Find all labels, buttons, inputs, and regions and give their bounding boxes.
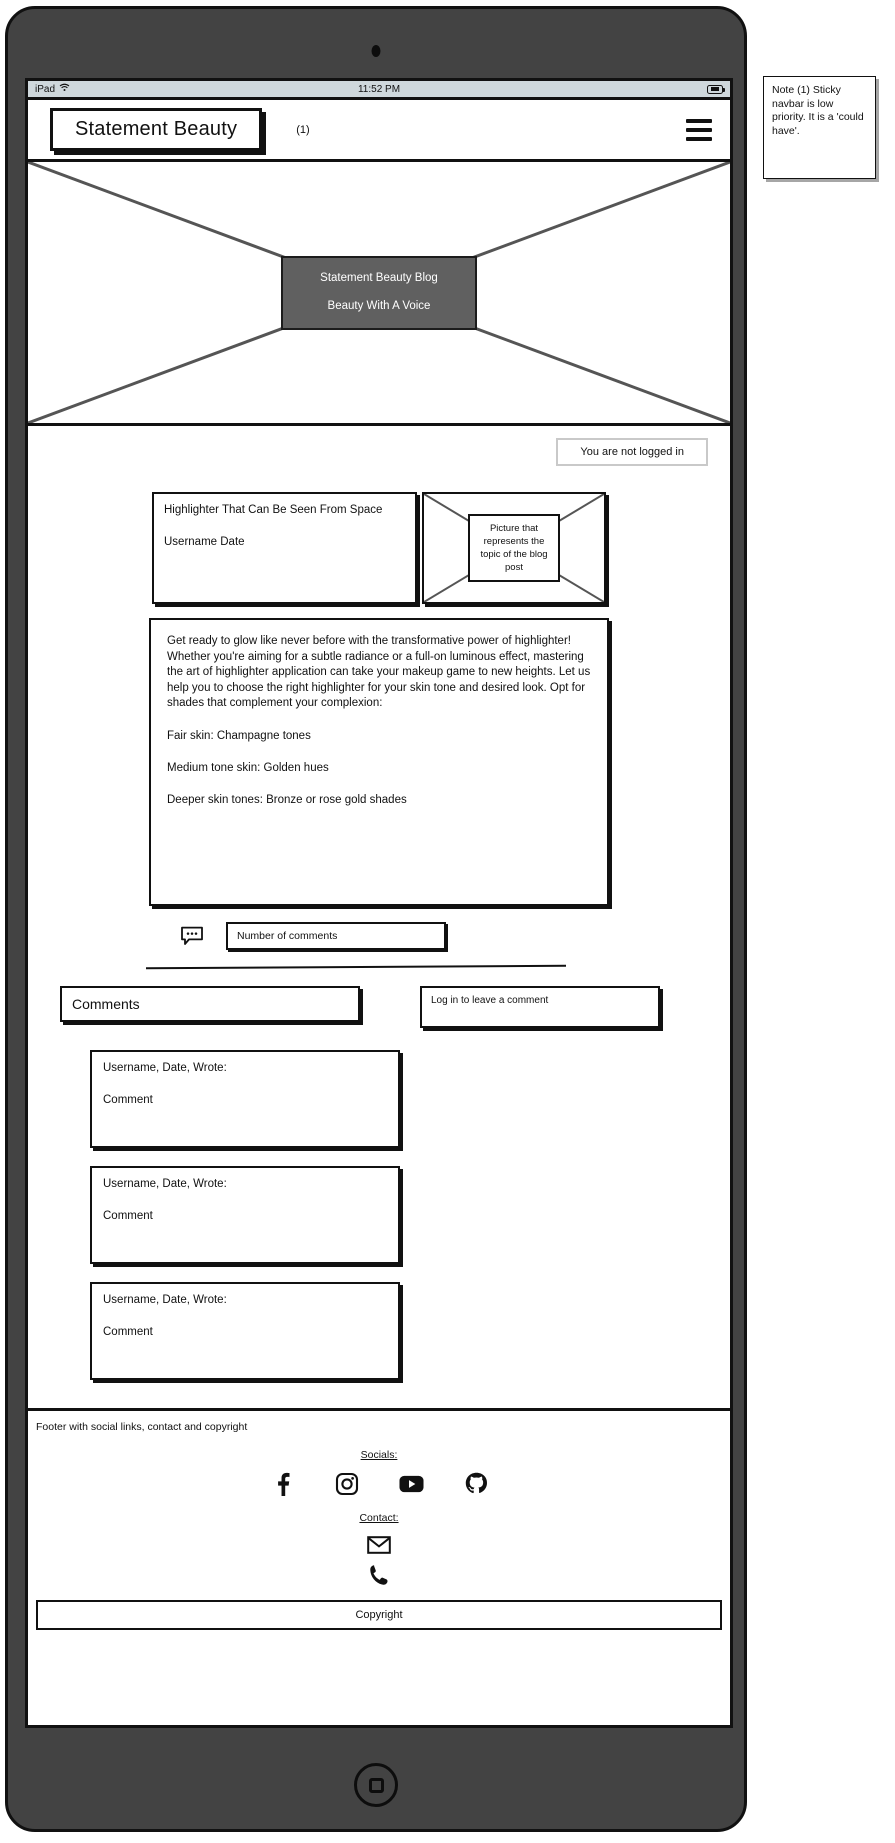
contact-rows	[28, 1534, 730, 1586]
login-to-comment-prompt[interactable]: Log in to leave a comment	[420, 986, 660, 1028]
comment-card: Username, Date, Wrote: Comment	[90, 1282, 400, 1380]
comment-author: Username, Date, Wrote:	[103, 1062, 227, 1074]
battery-icon	[707, 84, 725, 94]
speech-bubble-icon[interactable]	[180, 926, 204, 946]
login-status-row: You are not logged in	[28, 426, 730, 466]
site-logo[interactable]: Statement Beauty	[50, 108, 263, 151]
post-image-caption: Picture that represents the topic of the…	[468, 514, 560, 582]
home-button[interactable]	[354, 1763, 398, 1807]
footer: Footer with social links, contact and co…	[28, 1408, 730, 1636]
facebook-icon[interactable]	[269, 1471, 294, 1496]
post-paragraph: Get ready to glow like never before with…	[167, 635, 591, 709]
comment-text: Comment	[103, 1326, 153, 1338]
comment-card: Username, Date, Wrote: Comment	[90, 1166, 400, 1264]
device-screen: iPad 11:52 PM Statement Beauty (1) State…	[25, 78, 733, 1728]
post-shade-item-1: Fair skin: Champagne tones	[167, 729, 311, 742]
footer-description: Footer with social links, contact and co…	[36, 1421, 248, 1433]
socials-row	[28, 1471, 730, 1496]
comments-heading: Comments	[60, 986, 360, 1022]
copyright-bar: Copyright	[36, 1600, 722, 1630]
post-shade-item-3: Deeper skin tones: Bronze or rose gold s…	[167, 793, 407, 806]
comments-list: Username, Date, Wrote: Comment Username,…	[28, 1050, 730, 1380]
navbar: Statement Beauty (1)	[28, 100, 730, 162]
status-bar-time: 11:52 PM	[357, 83, 401, 95]
youtube-icon[interactable]	[399, 1471, 424, 1496]
post-title: Highlighter That Can Be Seen From Space	[164, 504, 383, 516]
section-divider	[145, 964, 567, 970]
phone-icon[interactable]	[367, 1564, 391, 1586]
blog-post-header: Highlighter That Can Be Seen From Space …	[28, 492, 730, 604]
hero-title: Statement Beauty Blog	[320, 271, 438, 284]
comments-header-row: Comments Log in to leave a comment	[28, 986, 730, 1028]
github-icon[interactable]	[464, 1471, 489, 1496]
post-byline: Username Date	[164, 536, 245, 548]
instagram-icon[interactable]	[334, 1471, 359, 1496]
annotation-note-1: Note (1) Sticky navbar is low priority. …	[763, 76, 876, 179]
comment-count-row: Number of comments	[28, 922, 730, 950]
post-image-placeholder: Picture that represents the topic of the…	[422, 492, 606, 604]
login-status-badge: You are not logged in	[556, 438, 708, 466]
post-body-card: Get ready to glow like never before with…	[149, 618, 609, 906]
comment-author: Username, Date, Wrote:	[103, 1178, 227, 1190]
main-content: You are not logged in Highlighter That C…	[28, 426, 730, 1725]
status-bar: iPad 11:52 PM	[28, 81, 730, 100]
socials-label: Socials:	[360, 1449, 398, 1461]
email-icon[interactable]	[367, 1534, 391, 1556]
hero-text-overlay: Statement Beauty Blog Beauty With A Voic…	[281, 255, 477, 330]
post-meta-card[interactable]: Highlighter That Can Be Seen From Space …	[152, 492, 417, 604]
comment-card: Username, Date, Wrote: Comment	[90, 1050, 400, 1148]
comment-author: Username, Date, Wrote:	[103, 1294, 227, 1306]
comment-text: Comment	[103, 1210, 153, 1222]
note-reference-1: (1)	[296, 123, 310, 136]
post-shade-item-2: Medium tone skin: Golden hues	[167, 761, 329, 774]
contact-label: Contact:	[359, 1512, 399, 1524]
hamburger-menu-icon[interactable]	[686, 118, 712, 141]
device-frame: iPad 11:52 PM Statement Beauty (1) State…	[5, 6, 747, 1832]
comment-count-field[interactable]: Number of comments	[226, 922, 446, 950]
hero-image-placeholder: Statement Beauty Blog Beauty With A Voic…	[28, 162, 730, 426]
hero-subtitle: Beauty With A Voice	[327, 299, 431, 312]
comment-text: Comment	[103, 1094, 153, 1106]
camera-icon	[371, 45, 381, 57]
status-bar-right	[707, 84, 725, 94]
